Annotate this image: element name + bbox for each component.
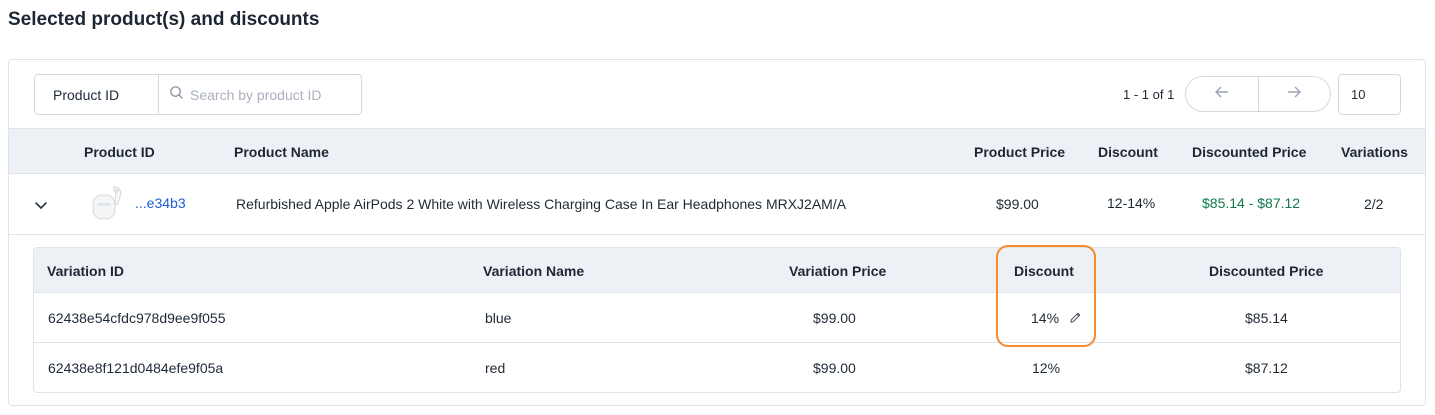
filter-field-label: Product ID bbox=[53, 86, 120, 103]
variation-row: 62438e8f121d0484efe9f05a red $99.00 12% … bbox=[34, 343, 1400, 392]
col-variation-name: Variation Name bbox=[483, 263, 585, 279]
page-title: Selected product(s) and discounts bbox=[8, 9, 320, 30]
pagination-controls bbox=[1185, 76, 1331, 112]
table-row[interactable]: ...e34b3 Refurbished Apple AirPods 2 Whi… bbox=[9, 174, 1425, 235]
variation-price: $99.00 bbox=[813, 310, 856, 326]
arrow-right-icon bbox=[1286, 85, 1302, 104]
variation-price: $99.00 bbox=[813, 360, 856, 376]
search-icon bbox=[169, 85, 184, 105]
chevron-down-icon[interactable] bbox=[33, 197, 49, 213]
page-size-value: 10 bbox=[1351, 87, 1366, 102]
product-variations: 2/2 bbox=[1364, 196, 1384, 212]
products-card: Product ID 1 - 1 of 1 10 Product ID Prod… bbox=[8, 59, 1426, 406]
product-id-link[interactable]: ...e34b3 bbox=[135, 195, 186, 211]
col-variation-discount: Discount bbox=[1014, 263, 1074, 279]
product-discount: 12-14% bbox=[1107, 195, 1156, 211]
variation-name: blue bbox=[485, 310, 512, 326]
product-discounted-price: $85.14 - $87.12 bbox=[1202, 195, 1301, 211]
search-input[interactable] bbox=[190, 86, 360, 103]
variation-discounted-price: $87.12 bbox=[1245, 360, 1288, 376]
col-variation-price: Variation Price bbox=[789, 263, 887, 279]
col-product-price: Product Price bbox=[974, 144, 1066, 160]
col-variation-discounted-price: Discounted Price bbox=[1209, 263, 1324, 279]
product-name: Refurbished Apple AirPods 2 White with W… bbox=[236, 196, 847, 212]
variation-id: 62438e54cfdc978d9ee9f055 bbox=[48, 310, 226, 326]
variations-table: Variation ID Variation Name Variation Pr… bbox=[33, 247, 1401, 393]
variation-discounted-price: $85.14 bbox=[1245, 310, 1288, 326]
col-variation-id: Variation ID bbox=[47, 263, 125, 279]
arrow-left-icon bbox=[1214, 85, 1230, 104]
col-discount: Discount bbox=[1098, 144, 1158, 160]
col-variations: Variations bbox=[1341, 144, 1408, 160]
search-box[interactable] bbox=[159, 75, 361, 114]
product-price: $99.00 bbox=[996, 196, 1039, 212]
variation-name: red bbox=[485, 360, 506, 376]
prev-page-button[interactable] bbox=[1186, 77, 1258, 111]
product-thumbnail bbox=[87, 183, 129, 225]
pencil-icon[interactable] bbox=[1069, 311, 1082, 327]
page-size-select[interactable]: 10 bbox=[1338, 74, 1401, 115]
col-product-id: Product ID bbox=[84, 144, 155, 160]
variation-discount: 12% bbox=[1032, 360, 1061, 376]
variation-id: 62438e8f121d0484efe9f05a bbox=[48, 360, 224, 376]
col-discounted-price: Discounted Price bbox=[1192, 144, 1307, 160]
variation-discount: 14% bbox=[1031, 310, 1082, 327]
pagination-text: 1 - 1 of 1 bbox=[1123, 87, 1175, 102]
next-page-button[interactable] bbox=[1257, 77, 1331, 111]
filter-field-select[interactable]: Product ID bbox=[35, 75, 159, 114]
variations-table-header: Variation ID Variation Name Variation Pr… bbox=[34, 248, 1400, 293]
col-product-name: Product Name bbox=[234, 144, 329, 160]
products-table-header: Product ID Product Name Product Price Di… bbox=[9, 128, 1425, 174]
variation-discount-value: 14% bbox=[1031, 310, 1060, 326]
variation-row: 62438e54cfdc978d9ee9f055 blue $99.00 14%… bbox=[34, 293, 1400, 343]
product-filter: Product ID bbox=[34, 74, 362, 115]
